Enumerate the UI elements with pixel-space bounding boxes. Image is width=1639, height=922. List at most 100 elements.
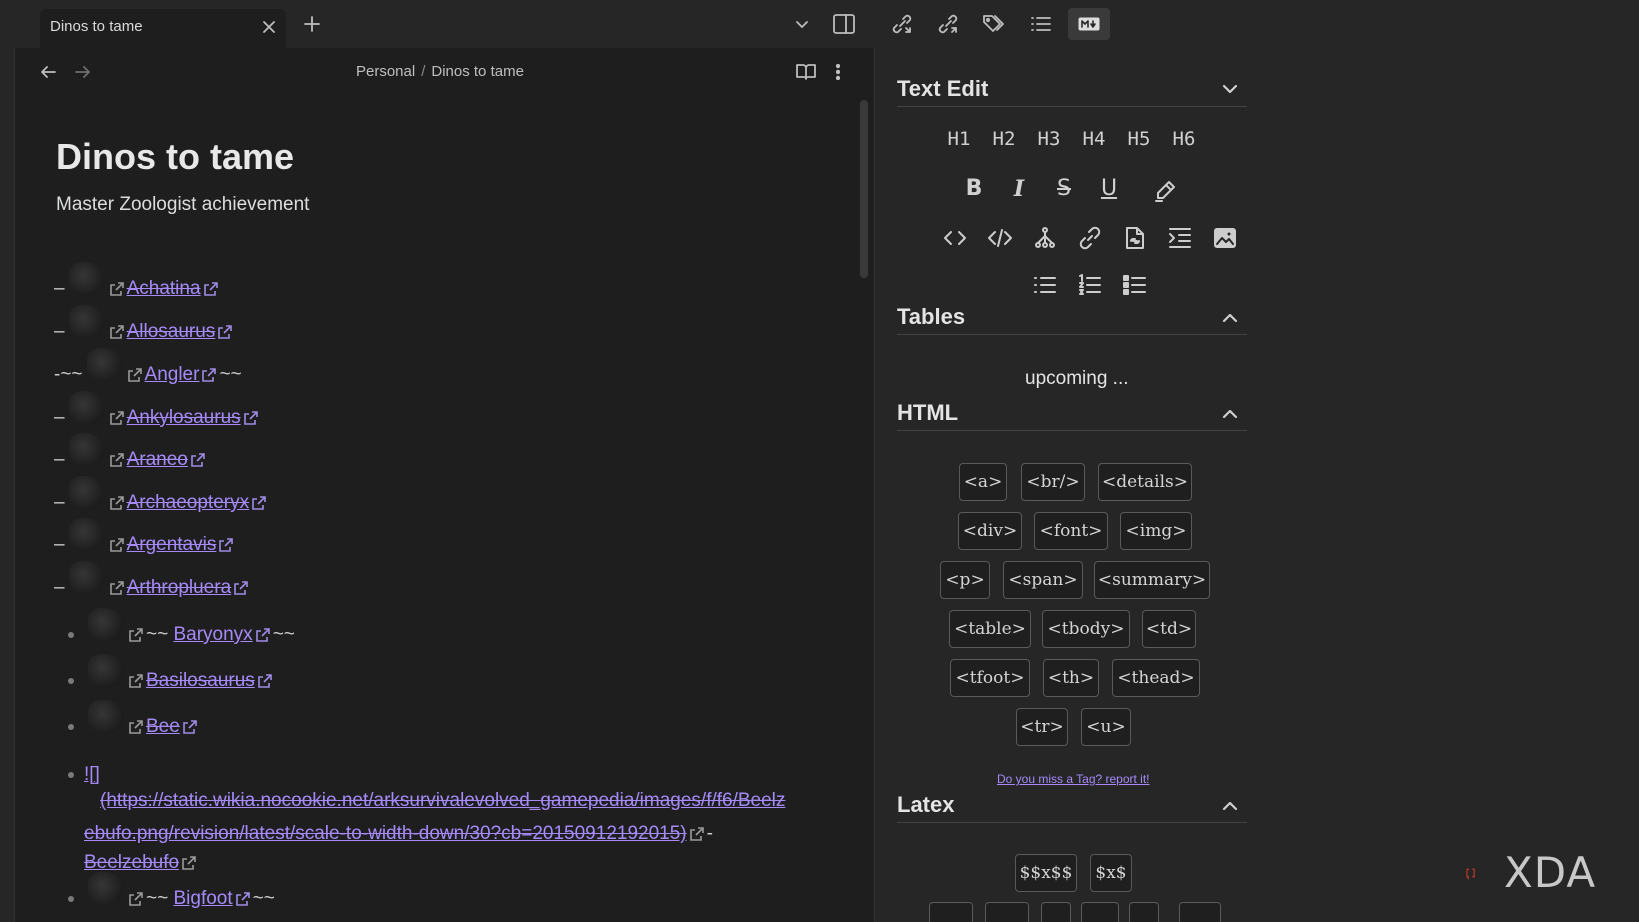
tab-dinos-to-tame[interactable]: Dinos to tame <box>40 9 286 48</box>
dino-link[interactable]: Basilosaurus <box>146 670 255 692</box>
html-tag-button[interactable]: <tbody> <box>1042 610 1130 648</box>
html-tag-button[interactable]: <td> <box>1142 610 1196 648</box>
dino-link[interactable]: Archaeopteryx <box>127 492 250 514</box>
document-subtitle: Master Zoologist achievement <box>56 194 310 215</box>
dino-link[interactable]: Arthropluera <box>127 577 232 599</box>
chevron-up-icon[interactable] <box>1221 405 1239 423</box>
dino-link[interactable]: Beelzebufo <box>84 852 179 874</box>
italic-icon[interactable]: I <box>1004 176 1034 202</box>
list-item: – Achatina <box>54 262 221 304</box>
latex-tag-button[interactable]: $$x$$ <box>1015 854 1077 892</box>
external-link-icon <box>218 537 234 553</box>
inline-code-icon[interactable] <box>940 223 970 253</box>
mermaid-diagram-icon[interactable] <box>1030 223 1060 253</box>
dino-link[interactable]: Argentavis <box>127 534 217 556</box>
image-icon[interactable] <box>1210 223 1240 253</box>
h4-button[interactable]: H4 <box>1076 128 1112 150</box>
external-link-icon <box>109 281 125 297</box>
toggle-sidebar-icon[interactable] <box>832 12 856 36</box>
raw-image-url-line1[interactable]: (https://static.wikia.nocookie.net/arksu… <box>100 790 785 812</box>
latex-button-partial[interactable] <box>985 902 1029 922</box>
html-tag-button[interactable]: <div> <box>958 512 1022 550</box>
tags-icon[interactable] <box>981 11 1007 37</box>
indent-icon[interactable] <box>1165 223 1195 253</box>
bullet-list-icon[interactable] <box>1030 270 1060 300</box>
list-prefix: -~~ <box>54 364 83 385</box>
report-tag-link[interactable]: Do you miss a Tag? report it! <box>997 772 1150 786</box>
code-block-icon[interactable] <box>985 223 1015 253</box>
dino-link[interactable]: Baryonyx <box>173 624 252 646</box>
latex-button-partial[interactable] <box>1041 902 1071 922</box>
html-tag-button[interactable]: <tfoot> <box>950 659 1030 697</box>
breadcrumb-folder[interactable]: Personal <box>356 63 415 80</box>
markdown-icon[interactable] <box>1068 8 1110 40</box>
bold-icon[interactable]: B <box>959 176 989 201</box>
dino-link[interactable]: Bee <box>146 716 180 738</box>
external-link-icon <box>190 452 206 468</box>
html-tag-button[interactable]: <details> <box>1098 463 1192 501</box>
dino-link[interactable]: Allosaurus <box>127 321 216 343</box>
checklist-icon[interactable] <box>1120 270 1150 300</box>
h6-button[interactable]: H6 <box>1166 128 1202 150</box>
underline-icon[interactable]: U <box>1094 176 1124 201</box>
dino-link[interactable]: Ankylosaurus <box>127 407 241 429</box>
new-tab-icon[interactable] <box>302 14 322 34</box>
link-icon[interactable] <box>1075 223 1105 253</box>
back-arrow-icon[interactable] <box>38 62 58 82</box>
html-tag-button[interactable]: <span> <box>1003 561 1083 599</box>
forward-arrow-icon[interactable] <box>73 62 93 82</box>
html-tag-button[interactable]: <p> <box>940 561 990 599</box>
html-tag-button[interactable]: <tr> <box>1016 708 1068 746</box>
h5-button[interactable]: H5 <box>1121 128 1157 150</box>
raw-image-prefix[interactable]: ![] <box>84 764 100 786</box>
dino-thumbnail-icon <box>88 608 124 642</box>
raw-image-url-line2[interactable]: ebufo.png/revision/latest/scale-to-width… <box>84 823 687 845</box>
more-options-icon[interactable] <box>830 60 846 84</box>
dino-link[interactable]: Bigfoot <box>173 888 232 910</box>
dino-thumbnail-icon <box>88 872 124 906</box>
html-tag-button[interactable]: <a> <box>959 463 1007 501</box>
h1-button[interactable]: H1 <box>941 128 977 150</box>
chevron-down-icon[interactable] <box>1221 80 1239 98</box>
strikethrough-icon[interactable]: S <box>1049 176 1079 201</box>
latex-tag-button[interactable]: $x$ <box>1090 854 1132 892</box>
dino-link[interactable]: Achatina <box>127 278 201 300</box>
latex-button-partial[interactable] <box>1081 902 1119 922</box>
external-link-icon <box>127 367 143 383</box>
h2-button[interactable]: H2 <box>986 128 1022 150</box>
reading-view-icon[interactable] <box>794 60 818 84</box>
numbered-list-icon[interactable] <box>1075 270 1105 300</box>
dino-link[interactable]: Araneo <box>127 449 188 471</box>
chevron-up-icon[interactable] <box>1221 309 1239 327</box>
close-icon[interactable] <box>260 18 278 36</box>
dino-link[interactable]: Angler <box>145 364 200 386</box>
highlighter-icon[interactable] <box>1150 176 1180 206</box>
h3-button[interactable]: H3 <box>1031 128 1067 150</box>
html-tag-button[interactable]: <font> <box>1034 512 1108 550</box>
list-prefix: – <box>54 577 65 598</box>
embed-file-icon[interactable] <box>1120 223 1150 253</box>
outline-list-icon[interactable] <box>1028 11 1054 37</box>
link-arrow-in-icon[interactable] <box>889 11 915 37</box>
list-prefix: – <box>54 449 65 470</box>
latex-button-partial[interactable] <box>929 902 973 922</box>
chevron-down-icon[interactable] <box>792 14 812 34</box>
html-tag-button[interactable]: <table> <box>949 610 1031 648</box>
tilde-marker: ~~ <box>219 364 242 385</box>
bullet-item: ~~ Bigfoot ~~ <box>68 872 275 914</box>
editor-scrollbar[interactable] <box>860 100 868 278</box>
html-tag-button[interactable]: <img> <box>1120 512 1192 550</box>
html-tag-button[interactable]: <thead> <box>1112 659 1200 697</box>
chevron-up-icon[interactable] <box>1221 797 1239 815</box>
list-item: -~~ Angler ~~ <box>54 348 242 390</box>
breadcrumb: Personal / Dinos to tame <box>356 63 524 80</box>
html-tag-button[interactable]: <summary> <box>1094 561 1210 599</box>
latex-button-partial[interactable] <box>1129 902 1159 922</box>
latex-button-partial[interactable] <box>1179 902 1221 922</box>
html-tag-button[interactable]: <br/> <box>1021 463 1085 501</box>
link-arrow-out-icon[interactable] <box>935 11 961 37</box>
list-item: – Argentavis <box>54 518 236 560</box>
html-tag-button[interactable]: <th> <box>1043 659 1099 697</box>
breadcrumb-note[interactable]: Dinos to tame <box>431 63 524 80</box>
html-tag-button[interactable]: <u> <box>1081 708 1131 746</box>
